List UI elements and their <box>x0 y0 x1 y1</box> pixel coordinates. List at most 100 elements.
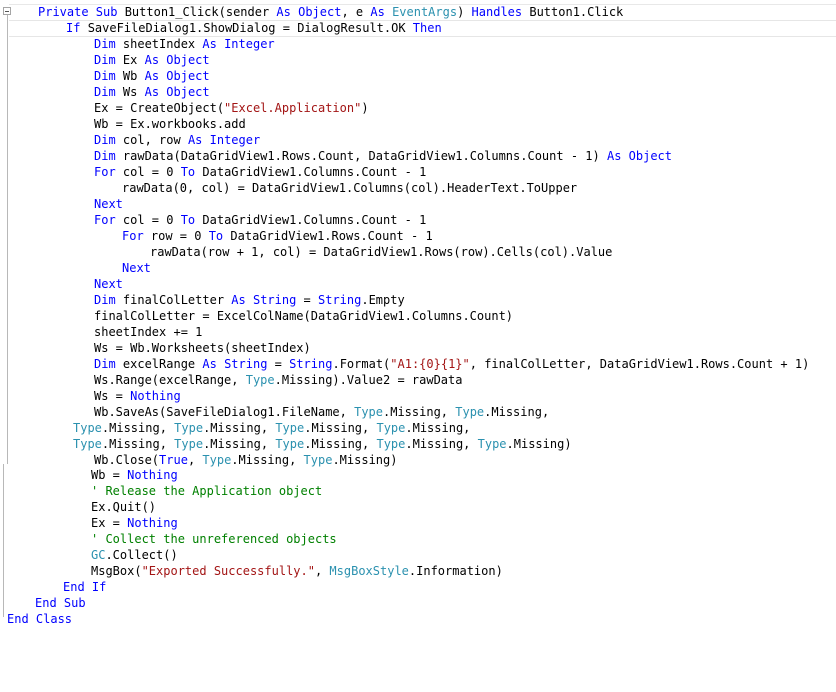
code-line[interactable]: sheetIndex += 1 <box>94 324 202 340</box>
code-token: To <box>208 229 231 243</box>
code-token: row = 0 <box>150 229 209 243</box>
code-token: As <box>187 133 210 147</box>
code-token: If <box>91 580 107 594</box>
code-token: ' Collect the unreferenced objects <box>91 532 337 546</box>
code-line[interactable]: Dim sheetIndex As Integer <box>94 36 275 52</box>
code-token: True <box>159 453 188 467</box>
code-token: = <box>303 293 318 307</box>
code-token: Ws = <box>94 389 131 403</box>
code-token: .Missing, <box>101 437 175 451</box>
code-line[interactable]: ' Collect the unreferenced objects <box>91 531 337 547</box>
code-line[interactable]: GC.Collect() <box>91 547 178 563</box>
code-token: , <box>314 564 330 578</box>
code-token: .Missing, <box>231 453 304 467</box>
code-token: Ex = <box>91 516 128 530</box>
code-line[interactable]: finalColLetter = ExcelColName(DataGridVi… <box>94 308 513 324</box>
code-line[interactable]: MsgBox("Exported Successfully.", MsgBoxS… <box>91 563 503 579</box>
code-line[interactable]: Ex = CreateObject("Excel.Application") <box>94 100 369 116</box>
code-token: Type <box>73 437 102 451</box>
code-line[interactable]: End Class <box>7 611 72 627</box>
code-token: .Missing) <box>506 437 572 451</box>
code-token: Dim <box>94 133 123 147</box>
code-token: Type <box>174 421 204 435</box>
code-line[interactable]: Wb = Nothing <box>91 467 178 483</box>
code-line[interactable]: Ex.Quit() <box>91 499 156 515</box>
code-line[interactable]: Ws = Wb.Worksheets(sheetIndex) <box>94 340 311 356</box>
code-token: DataGridView1.Rows.Count - 1 <box>230 229 433 243</box>
code-line[interactable]: For col = 0 To DataGridView1.Columns.Cou… <box>94 164 426 180</box>
code-token: .Missing, <box>405 437 478 451</box>
code-line[interactable]: Next <box>122 260 151 276</box>
code-token: .Collect() <box>105 548 178 562</box>
code-token: Ws.Range(excelRange, <box>94 373 246 387</box>
code-token: Type <box>477 437 507 451</box>
code-token: As <box>231 293 253 307</box>
code-line[interactable]: Next <box>94 196 123 212</box>
code-token: Wb.Close( <box>94 453 160 467</box>
code-line[interactable]: Dim Ex As Object <box>94 52 210 68</box>
code-line[interactable]: Wb.SaveAs(SaveFileDialog1.FileName, Type… <box>94 404 549 420</box>
code-line[interactable]: Next <box>94 276 123 292</box>
code-token: .Missing, <box>484 405 550 419</box>
code-token: col, row <box>122 133 188 147</box>
code-token: Handles <box>471 5 530 19</box>
code-line[interactable]: Wb.Close(True, Type.Missing, Type.Missin… <box>94 452 397 468</box>
code-line[interactable]: rawData(0, col) = DataGridView1.Columns(… <box>122 180 577 196</box>
code-line[interactable]: Ws = Nothing <box>94 388 181 404</box>
code-token: rawData(DataGridView1.Rows.Count, DataGr… <box>122 149 607 163</box>
code-token: Type <box>376 437 406 451</box>
code-token: Wb <box>122 69 145 83</box>
code-token: .Missing, <box>405 421 471 435</box>
code-line[interactable]: Ws.Range(excelRange, Type.Missing).Value… <box>94 372 462 388</box>
code-token: .Missing, <box>383 405 456 419</box>
code-token: sheetIndex <box>122 37 203 51</box>
code-token: To <box>180 213 203 227</box>
code-line[interactable]: If SaveFileDialog1.ShowDialog = DialogRe… <box>66 20 442 36</box>
code-line[interactable]: For row = 0 To DataGridView1.Rows.Count … <box>122 228 433 244</box>
code-token: Nothing <box>127 468 178 482</box>
code-token: Dim <box>94 149 123 163</box>
code-line[interactable]: End Sub <box>35 595 86 611</box>
code-line[interactable]: Dim col, row As Integer <box>94 132 260 148</box>
code-token: Private <box>38 5 96 19</box>
code-line[interactable]: Ex = Nothing <box>91 515 178 531</box>
code-token: Type <box>275 437 305 451</box>
code-token: .Missing) <box>332 453 398 467</box>
code-token: Dim <box>94 69 123 83</box>
code-token: Ws = Wb.Worksheets(sheetIndex) <box>94 341 311 355</box>
code-token: Dim <box>94 53 123 67</box>
code-line[interactable]: Dim excelRange As String = String.Format… <box>94 356 809 372</box>
code-line[interactable]: End If <box>63 579 106 595</box>
code-token: For <box>94 165 123 179</box>
collapse-minus-icon[interactable] <box>3 7 11 15</box>
code-line[interactable]: Dim rawData(DataGridView1.Rows.Count, Da… <box>94 148 672 164</box>
code-line[interactable]: rawData(row + 1, col) = DataGridView1.Ro… <box>150 244 612 260</box>
code-token: String <box>289 357 333 371</box>
code-token: SaveFileDialog1.ShowDialog = DialogResul… <box>87 21 413 35</box>
code-token: End <box>7 612 36 626</box>
code-token: End <box>63 580 92 594</box>
code-line[interactable]: Dim Ws As Object <box>94 84 210 100</box>
outline-guide-line <box>7 15 8 464</box>
code-line[interactable]: Private Sub Button1_Click(sender As Obje… <box>38 4 623 20</box>
code-line[interactable]: Dim finalColLetter As String = String.Em… <box>94 292 405 308</box>
code-token: As <box>144 53 167 67</box>
code-editor[interactable]: Private Sub Button1_Click(sender As Obje… <box>0 0 836 692</box>
code-token: DataGridView1.Columns.Count - 1 <box>202 165 427 179</box>
code-token: As <box>144 85 167 99</box>
code-line[interactable]: Type.Missing, Type.Missing, Type.Missing… <box>73 436 572 452</box>
code-line[interactable]: Dim Wb As Object <box>94 68 210 84</box>
code-line[interactable]: ' Release the Application object <box>91 483 322 499</box>
code-token: Ex.Quit() <box>91 500 157 514</box>
code-token: Ex = CreateObject( <box>94 101 225 115</box>
code-token: .Missing, <box>101 421 175 435</box>
code-line[interactable]: Type.Missing, Type.Missing, Type.Missing… <box>73 420 470 436</box>
code-line[interactable]: For col = 0 To DataGridView1.Columns.Cou… <box>94 212 426 228</box>
code-token: Nothing <box>130 389 181 403</box>
code-token: Type <box>245 373 275 387</box>
code-token: .Information) <box>408 564 503 578</box>
code-token: rawData(0, col) = DataGridView1.Columns(… <box>122 181 578 195</box>
code-line[interactable]: Wb = Ex.workbooks.add <box>94 116 246 132</box>
code-token: .Missing, <box>304 437 377 451</box>
code-token: EventArgs <box>392 5 458 19</box>
